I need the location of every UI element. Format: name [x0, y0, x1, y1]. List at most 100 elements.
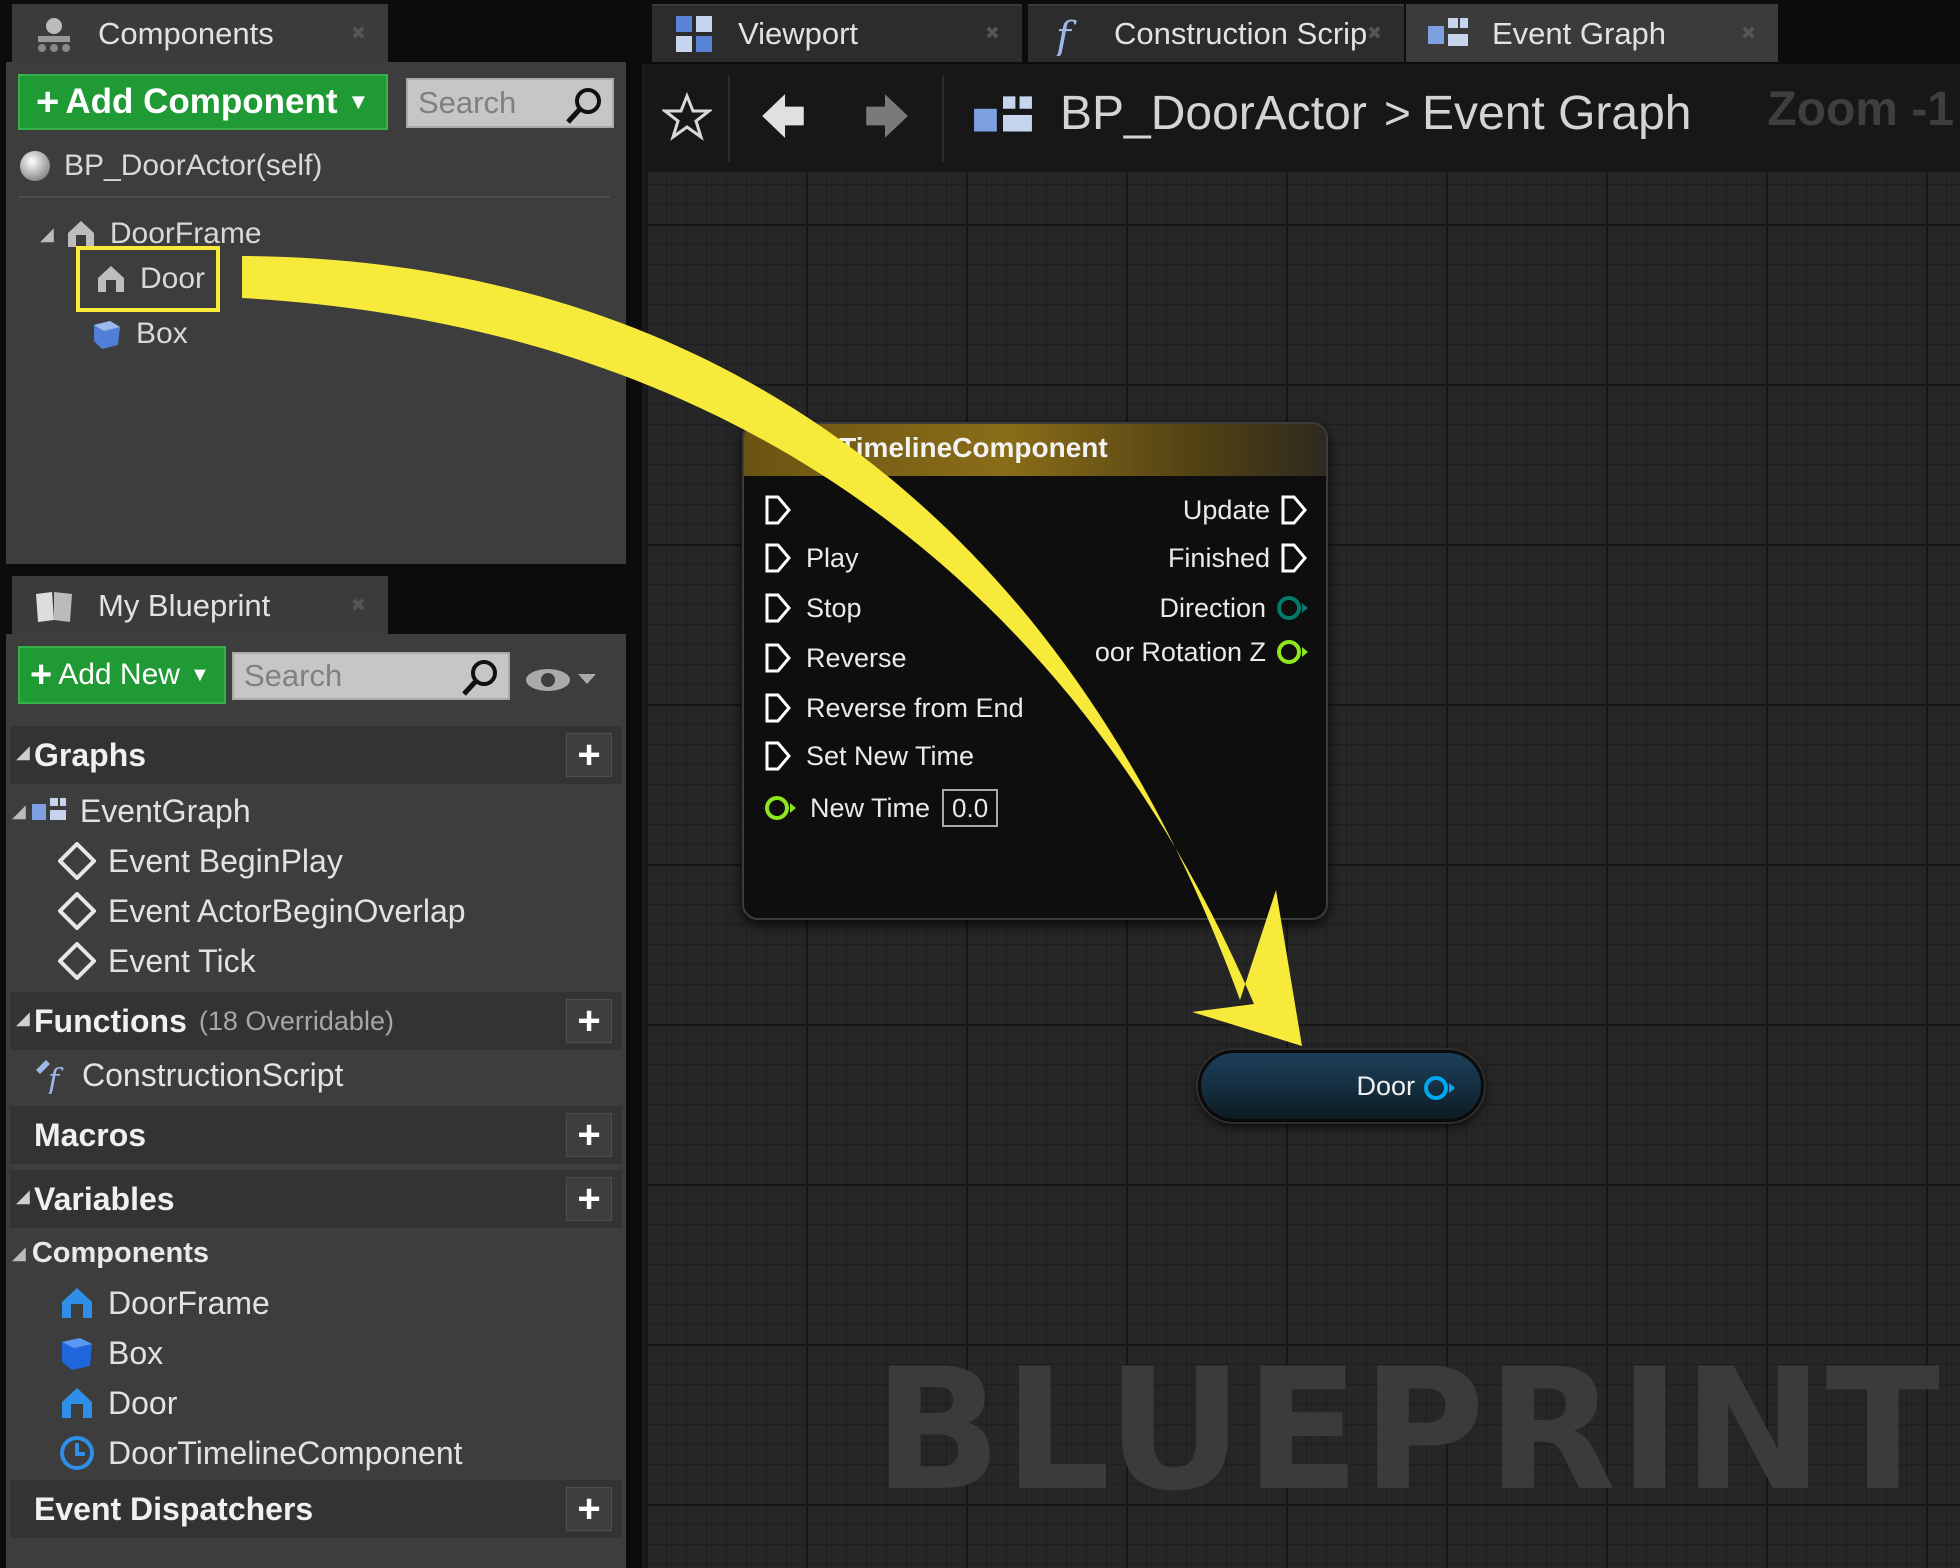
pin-label: Reverse from End: [806, 692, 1024, 723]
pin-label: Play: [806, 542, 859, 573]
back-arrow-icon[interactable]: [758, 90, 810, 142]
tab-my-blueprint-label: My Blueprint: [98, 588, 271, 623]
graphs-section[interactable]: ◢ Graphs +: [10, 726, 622, 784]
close-icon[interactable]: ✖: [985, 23, 1000, 44]
add-event-dispatcher-button[interactable]: +: [566, 1487, 612, 1531]
timeline-node[interactable]: oorTimelineComponent Play Stop Reverse R…: [742, 422, 1328, 920]
tab-components-label: Components: [98, 16, 274, 51]
breadcrumb-root[interactable]: BP_DoorActor: [1060, 86, 1367, 141]
direction-output-pin[interactable]: Direction: [1159, 588, 1308, 628]
add-graph-button[interactable]: +: [566, 733, 612, 777]
tree-item-door[interactable]: Door: [76, 246, 220, 312]
play-input-pin[interactable]: Play: [764, 538, 859, 578]
my-blueprint-search-input[interactable]: Search: [232, 652, 510, 700]
root-actor-row[interactable]: BP_DoorActor(self): [18, 146, 322, 186]
event-label: Event ActorBeginOverlap: [108, 892, 466, 929]
function-item[interactable]: f ConstructionScript: [32, 1052, 343, 1098]
collapse-triangle-icon: ◢: [12, 1242, 26, 1263]
function-label: ConstructionScript: [82, 1056, 344, 1093]
tab-event-graph-label: Event Graph: [1492, 16, 1667, 51]
variable-item[interactable]: Door: [58, 1380, 177, 1426]
components-search-input[interactable]: Search: [406, 78, 614, 128]
reverse-input-pin[interactable]: Reverse: [764, 638, 907, 678]
close-icon[interactable]: ✖: [1741, 23, 1756, 44]
macros-section[interactable]: Macros +: [10, 1106, 622, 1164]
star-icon[interactable]: [662, 92, 712, 142]
event-dispatchers-section[interactable]: Event Dispatchers +: [10, 1480, 622, 1538]
tab-viewport[interactable]: Viewport ✖: [652, 4, 1022, 62]
exec-pin-icon: [1281, 495, 1307, 525]
timeline-node-title: oorTimelineComponent: [794, 432, 1108, 463]
event-graph-item[interactable]: ◢ EventGraph: [12, 788, 251, 834]
event-item[interactable]: Event ActorBeginOverlap: [58, 888, 466, 934]
float-pin-icon: [1277, 640, 1308, 664]
exec-pin-icon: [765, 741, 791, 771]
view-options-button[interactable]: [522, 660, 602, 700]
pin-label: Reverse: [806, 642, 907, 673]
tab-my-blueprint[interactable]: My Blueprint ✖: [12, 576, 388, 634]
divider: [18, 196, 610, 198]
reverse-from-end-input-pin[interactable]: Reverse from End: [764, 688, 1024, 728]
book-icon: [36, 592, 72, 622]
variable-item[interactable]: DoorFrame: [58, 1280, 270, 1326]
collapse-triangle-icon: ◢: [16, 742, 30, 762]
event-diamond-icon: [58, 842, 96, 880]
add-variable-button[interactable]: +: [566, 1177, 612, 1221]
event-graph-icon: [974, 96, 1032, 132]
close-icon[interactable]: ✖: [351, 595, 366, 616]
update-output-pin[interactable]: Update: [1183, 490, 1308, 530]
variable-label: Box: [108, 1334, 164, 1371]
toolbar-separator: [728, 76, 730, 162]
tab-components[interactable]: Components ✖: [12, 4, 388, 62]
add-new-button[interactable]: + Add New ▼: [18, 646, 226, 704]
viewport-icon: [676, 16, 712, 52]
blueprint-watermark: BLUEPRINT: [873, 1332, 1942, 1528]
door-variable-node[interactable]: Door: [1198, 1050, 1484, 1122]
stop-input-pin[interactable]: Stop: [764, 588, 862, 628]
tab-event-graph[interactable]: Event Graph ✖: [1406, 4, 1778, 62]
event-graph-canvas[interactable]: BP_DoorActor > Event Graph Zoom -1 oorTi…: [642, 64, 1960, 1568]
variable-label: DoorTimelineComponent: [108, 1434, 463, 1471]
add-component-button[interactable]: + Add Component ▼: [18, 74, 388, 130]
event-graph-label: EventGraph: [79, 792, 251, 829]
svg-text:f: f: [46, 1063, 64, 1094]
timeline-node-header[interactable]: oorTimelineComponent: [744, 424, 1326, 476]
breadcrumb-current[interactable]: Event Graph: [1422, 86, 1691, 141]
search-icon: [462, 660, 497, 696]
rotation-z-output-pin[interactable]: oor Rotation Z: [1095, 632, 1308, 672]
pin-label: Set New Time: [806, 740, 975, 771]
variables-title: Variables: [34, 1180, 175, 1217]
variable-item[interactable]: Box: [58, 1330, 163, 1376]
exec-input-pin[interactable]: [764, 490, 806, 530]
components-category[interactable]: ◢ Components: [12, 1232, 209, 1274]
chevron-down-icon: ▼: [189, 663, 210, 686]
new-time-value-input[interactable]: 0.0: [942, 789, 999, 827]
object-pin-icon[interactable]: [1423, 1073, 1455, 1103]
new-time-input-pin[interactable]: New Time 0.0: [764, 786, 999, 830]
variables-section[interactable]: ◢ Variables +: [10, 1170, 622, 1228]
add-macro-button[interactable]: +: [566, 1113, 612, 1157]
variable-label: Door: [108, 1384, 178, 1421]
tree-item-box[interactable]: Box: [90, 314, 188, 354]
event-graph-icon: [31, 798, 66, 820]
collapse-triangle-icon: ◢: [16, 1186, 30, 1206]
set-new-time-input-pin[interactable]: Set New Time: [764, 736, 974, 776]
variable-item[interactable]: DoorTimelineComponent: [58, 1430, 463, 1476]
tab-construction-script[interactable]: f Construction Scrip ✖: [1028, 4, 1404, 62]
close-icon[interactable]: ✖: [1367, 23, 1382, 44]
event-item[interactable]: Event BeginPlay: [58, 838, 343, 884]
tree-item-label: Door: [140, 262, 206, 295]
search-icon: [566, 88, 601, 124]
close-icon[interactable]: ✖: [351, 23, 366, 44]
event-item[interactable]: Event Tick: [58, 938, 256, 984]
my-blueprint-search-placeholder: Search: [244, 658, 343, 693]
functions-section[interactable]: ◢ Functions (18 Overridable) +: [10, 992, 622, 1050]
collapse-triangle-icon: ◢: [16, 1008, 30, 1028]
forward-arrow-icon[interactable]: [860, 90, 912, 142]
add-function-button[interactable]: +: [566, 999, 612, 1043]
actor-sphere-icon: [20, 151, 50, 181]
event-dispatchers-title: Event Dispatchers: [34, 1490, 314, 1527]
enum-pin-icon: [1277, 596, 1308, 620]
finished-output-pin[interactable]: Finished: [1168, 538, 1308, 578]
pin-label: New Time: [810, 792, 931, 823]
